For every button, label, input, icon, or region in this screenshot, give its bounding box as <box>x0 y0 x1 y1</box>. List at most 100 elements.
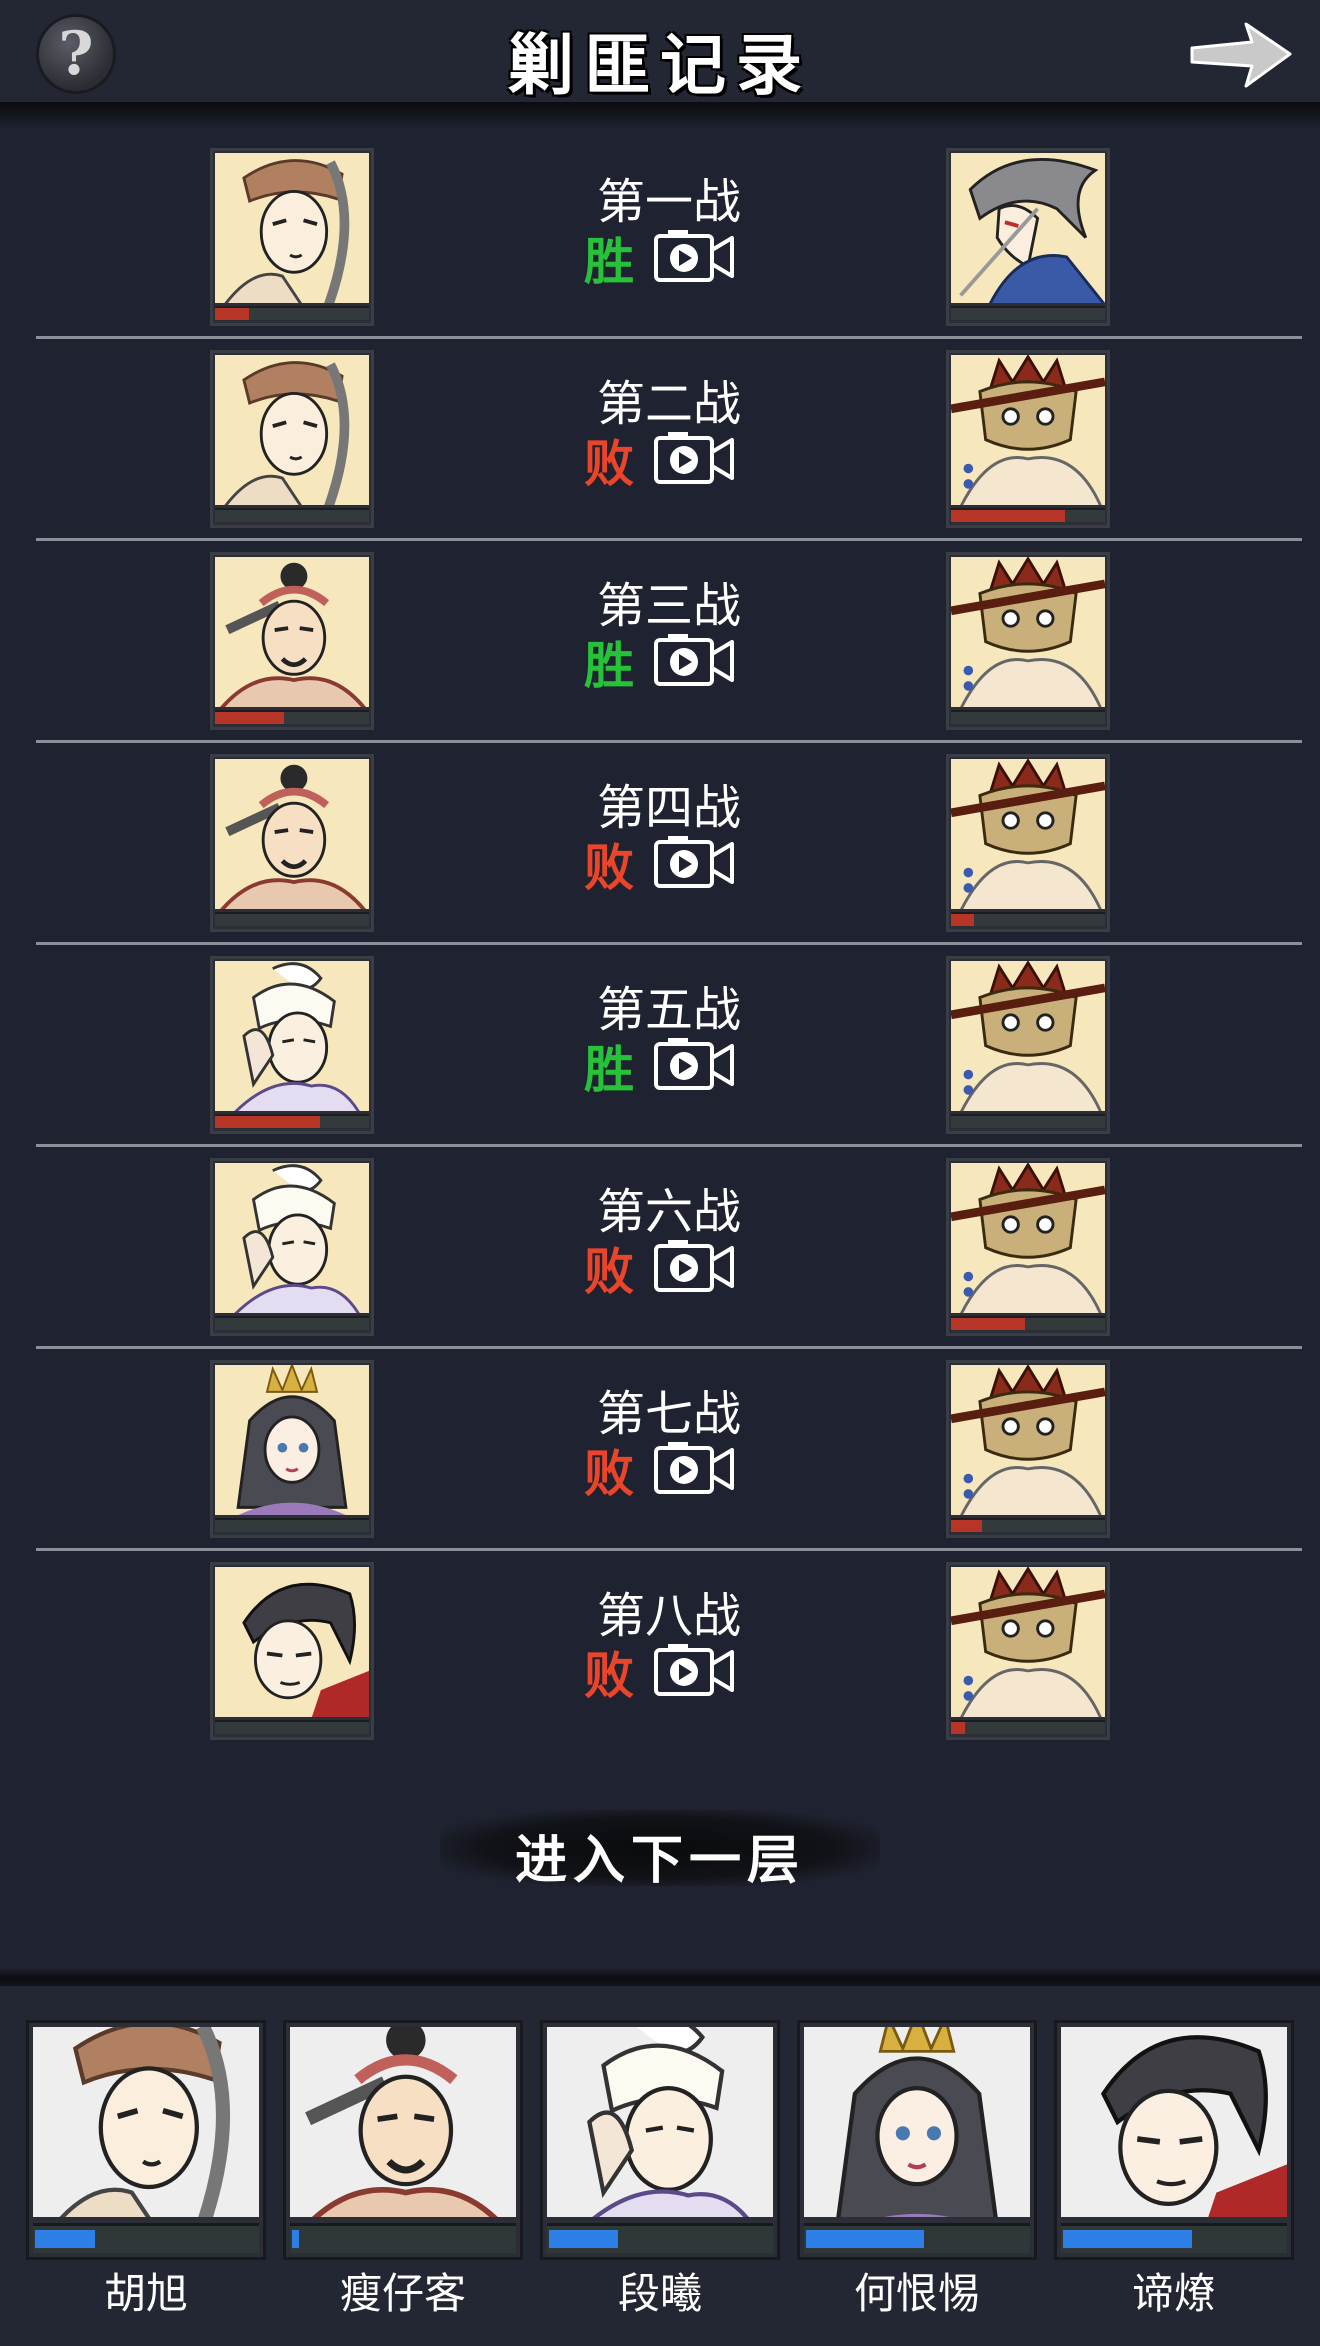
battle-result: 败 <box>584 1243 634 1301</box>
replay-camera-icon <box>654 432 734 484</box>
ally-hp-bar <box>215 1720 369 1734</box>
battle-result: 败 <box>584 839 634 897</box>
team-member-face <box>33 2027 259 2217</box>
ally-hp-fill <box>215 712 285 724</box>
team-member-face <box>1061 2027 1287 2217</box>
replay-button[interactable] <box>654 1440 734 1496</box>
enemy-hp-bar <box>951 710 1105 724</box>
enemy-portrait[interactable] <box>946 1360 1110 1538</box>
battle-row: 第二战 败 <box>36 338 1302 540</box>
enemy-hp-bar <box>951 1316 1105 1330</box>
battle-result-group: 败 <box>584 1434 764 1504</box>
team-member-name: 胡旭 <box>103 2269 188 2318</box>
enemy-portrait[interactable] <box>946 148 1110 326</box>
replay-button[interactable] <box>654 1036 734 1092</box>
replay-camera-icon <box>654 836 734 888</box>
team-member-face <box>290 2027 516 2217</box>
enemy-portrait[interactable] <box>946 1158 1110 1336</box>
enemy-hp-fill <box>951 1318 1025 1330</box>
replay-button[interactable] <box>654 430 734 486</box>
enemy-face <box>951 557 1105 707</box>
enemy-face <box>951 1163 1105 1313</box>
battle-row: 第七战 败 <box>36 1348 1302 1550</box>
ally-hp-fill <box>215 308 249 320</box>
team-member-hp-fill <box>292 2230 299 2248</box>
battle-result: 败 <box>584 1647 634 1705</box>
team-member-hp-fill <box>549 2230 618 2248</box>
battle-result-group: 胜 <box>584 626 764 696</box>
replay-camera-icon <box>654 1240 734 1292</box>
replay-camera-icon <box>654 1442 734 1494</box>
enemy-face <box>951 1365 1105 1515</box>
team-member-card[interactable] <box>1054 2020 1294 2260</box>
battle-result: 胜 <box>584 233 634 291</box>
replay-button[interactable] <box>654 228 734 284</box>
masked-bandit-portrait-art <box>951 1567 1105 1717</box>
team-member-card[interactable] <box>797 2020 1037 2260</box>
enemy-face <box>951 759 1105 909</box>
next-floor-label: 进入下一层 <box>514 1830 805 1891</box>
battle-row: 第三战 胜 <box>36 540 1302 742</box>
team-member-name: 谛燎 <box>1131 2269 1216 2318</box>
enemy-portrait[interactable] <box>946 1562 1110 1740</box>
replay-camera-icon <box>654 1038 734 1090</box>
replay-camera-icon <box>654 230 734 282</box>
enemy-portrait[interactable] <box>946 350 1110 528</box>
shou-zai-ke-portrait-art <box>290 2027 516 2217</box>
team-member-face <box>804 2027 1030 2217</box>
battle-result: 胜 <box>584 637 634 695</box>
battle-result-group: 败 <box>584 828 764 898</box>
team-member-card[interactable] <box>26 2020 266 2260</box>
enemy-hp-fill <box>951 1520 982 1532</box>
replay-button[interactable] <box>654 1238 734 1294</box>
enemy-hp-bar <box>951 1518 1105 1532</box>
next-floor-button[interactable]: 进入下一层 <box>440 1810 880 1891</box>
team-member-hp-bar <box>547 2223 773 2253</box>
team-member-hp-bar <box>33 2223 259 2253</box>
duan-xi-portrait-art <box>547 2027 773 2217</box>
masked-bandit-portrait-art <box>951 1163 1105 1313</box>
masked-bandit-portrait-art <box>951 759 1105 909</box>
enemy-hp-fill <box>951 914 975 926</box>
battle-row: 第五战 胜 <box>36 944 1302 1146</box>
replay-camera-icon <box>654 634 734 686</box>
replay-button[interactable] <box>654 1642 734 1698</box>
masked-bandit-portrait-art <box>951 355 1105 505</box>
enemy-hp-bar <box>951 912 1105 926</box>
team-ink-stroke <box>0 1968 1320 1988</box>
masked-bandit-portrait-art <box>951 961 1105 1111</box>
enemy-hp-bar <box>951 1114 1105 1128</box>
team-member-name: 段曦 <box>617 2269 702 2318</box>
ally-hp-bar <box>215 508 369 522</box>
ally-hp-bar <box>215 710 369 724</box>
ally-hp-bar <box>215 912 369 926</box>
replay-button[interactable] <box>654 632 734 688</box>
di-liao-portrait-art <box>1061 2027 1287 2217</box>
page-title: 剿匪记录 <box>508 26 812 104</box>
team-member-card[interactable] <box>540 2020 780 2260</box>
team-member-hp-bar <box>1061 2223 1287 2253</box>
team-member-card[interactable] <box>283 2020 523 2260</box>
enemy-hp-fill <box>951 510 1065 522</box>
team-member-hp-bar <box>804 2223 1030 2253</box>
ally-hp-bar <box>215 1316 369 1330</box>
enemy-portrait[interactable] <box>946 956 1110 1134</box>
replay-camera-icon <box>654 1644 734 1696</box>
team-member-hp-bar <box>290 2223 516 2253</box>
team-member-hp-fill <box>1063 2230 1192 2248</box>
replay-button[interactable] <box>654 834 734 890</box>
enemy-face <box>951 153 1105 303</box>
team-member-face <box>547 2027 773 2217</box>
battle-result: 败 <box>584 435 634 493</box>
enemy-portrait[interactable] <box>946 552 1110 730</box>
enemy-face <box>951 1567 1105 1717</box>
enemy-hp-bar <box>951 1720 1105 1734</box>
battle-row: 第六战 败 <box>36 1146 1302 1348</box>
battle-result-group: 败 <box>584 1636 764 1706</box>
ally-hp-fill <box>215 1116 320 1128</box>
ally-hp-bar <box>215 1114 369 1128</box>
battle-result-group: 败 <box>584 424 764 494</box>
next-arrow-icon[interactable] <box>1186 10 1296 100</box>
enemy-portrait[interactable] <box>946 754 1110 932</box>
he-hen-yang-portrait-art <box>804 2027 1030 2217</box>
